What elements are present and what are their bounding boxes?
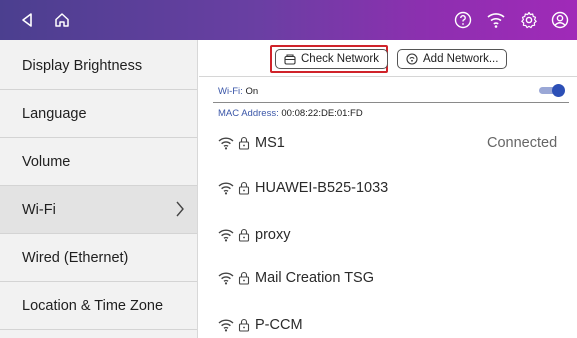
wifi-signal-icon [218, 229, 234, 242]
wifi-signal-icon [218, 272, 234, 285]
help-icon[interactable] [452, 9, 474, 31]
sidebar-item-label: Wi-Fi [22, 201, 56, 218]
home-icon[interactable] [51, 9, 73, 31]
network-item-proxy[interactable]: proxy [218, 225, 290, 245]
add-network-label: Add Network... [423, 53, 499, 65]
sidebar-item-location-time-zone[interactable]: Location & Time Zone [0, 282, 197, 330]
divider [213, 102, 569, 103]
chevron-right-icon [175, 201, 185, 221]
network-item-mail-creation-tsg[interactable]: Mail Creation TSG [218, 268, 374, 288]
sidebar-item-display-brightness[interactable]: Display Brightness [0, 42, 197, 90]
settings-sidebar: Display Brightness Language Volume Wi-Fi… [0, 40, 198, 338]
back-icon[interactable] [16, 9, 38, 31]
network-name: MS1 [255, 135, 285, 151]
wifi-status-icon[interactable] [485, 9, 507, 31]
check-network-button[interactable]: Check Network [275, 49, 388, 69]
sidebar-item-label: Display Brightness [22, 57, 143, 74]
check-network-label: Check Network [301, 53, 379, 65]
network-name: HUAWEI-B525-1033 [255, 180, 389, 196]
wifi-toggle[interactable] [539, 84, 565, 97]
mac-label: MAC Address: [218, 108, 279, 119]
lock-icon [238, 318, 250, 332]
wifi-value: On [245, 86, 259, 97]
sidebar-item-wired-ethernet[interactable]: Wired (Ethernet) [0, 234, 197, 282]
settings-icon[interactable] [518, 9, 540, 31]
network-check-icon [284, 53, 296, 65]
wifi-label: Wi-Fi: [218, 86, 243, 97]
divider [199, 76, 577, 77]
lock-icon [238, 181, 250, 195]
add-network-button[interactable]: Add Network... [397, 49, 508, 69]
wifi-signal-icon [218, 182, 234, 195]
sidebar-item-label: Location & Time Zone [22, 297, 164, 314]
mac-value: 00:08:22:DE:01:FD [281, 108, 363, 119]
mac-address: MAC Address: 00:08:22:DE:01:FD [218, 108, 363, 119]
add-network-icon [406, 53, 418, 65]
lock-icon [238, 271, 250, 285]
wifi-status: Wi-Fi: On [218, 86, 258, 97]
account-icon[interactable] [549, 9, 571, 31]
wifi-signal-icon [218, 319, 234, 332]
sidebar-item-label: Volume [22, 153, 71, 170]
wifi-signal-icon [218, 137, 234, 150]
sidebar-item-language[interactable]: Language [0, 90, 197, 138]
network-item-p-ccm[interactable]: P-CCM [218, 315, 303, 335]
network-item-huawei[interactable]: HUAWEI-B525-1033 [218, 178, 388, 198]
sidebar-item-label: Language [22, 105, 87, 122]
network-name: Mail Creation TSG [255, 270, 374, 286]
network-name: proxy [255, 227, 291, 243]
sidebar-item-wifi[interactable]: Wi-Fi [0, 186, 197, 234]
lock-icon [238, 228, 250, 242]
network-status: Connected [487, 135, 558, 151]
wifi-settings-panel: Check Network Add Network... Wi-Fi: On M… [199, 40, 577, 338]
network-item-ms1[interactable]: MS1 [218, 133, 285, 153]
top-bar [0, 0, 577, 40]
sidebar-item-label: Wired (Ethernet) [22, 249, 129, 266]
network-name: P-CCM [255, 317, 303, 333]
sidebar-item-volume[interactable]: Volume [0, 138, 197, 186]
lock-icon [238, 136, 250, 150]
